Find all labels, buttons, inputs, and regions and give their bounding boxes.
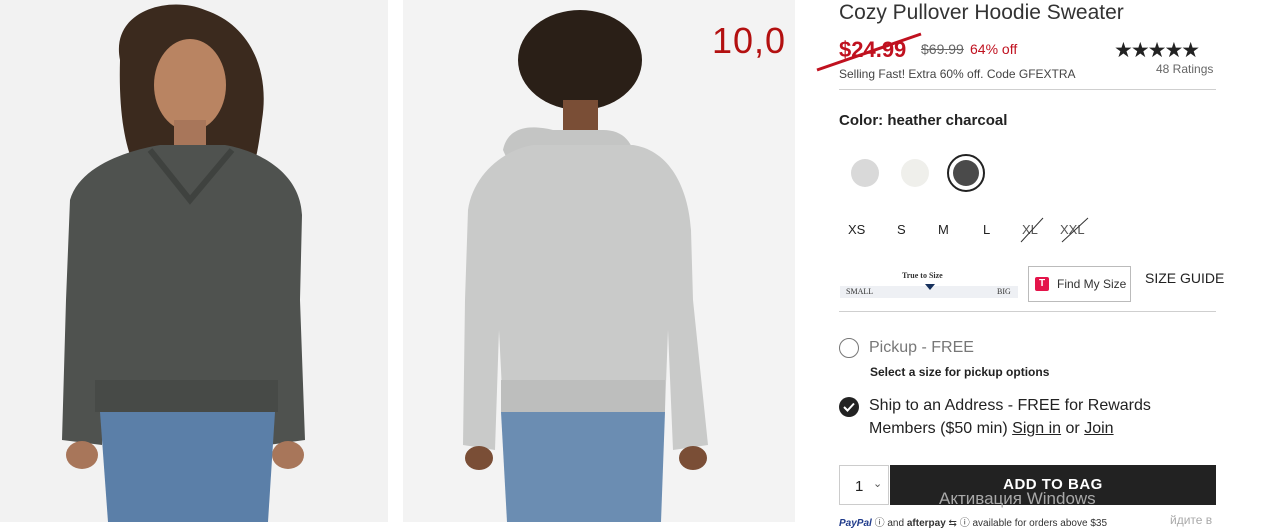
true-fit-logo-icon: T (1035, 277, 1049, 291)
unavailable-cross-icon (1061, 217, 1089, 243)
original-price: $69.99 (921, 41, 964, 57)
size-s[interactable]: S (897, 222, 906, 237)
join-link[interactable]: Join (1084, 420, 1113, 437)
afterpay-icon: ⇆ (948, 518, 957, 529)
sign-in-link[interactable]: Sign in (1012, 420, 1061, 437)
ship-label-line2: Members ($50 min) Sign in or Join (869, 420, 1114, 438)
payment-text: available for orders above $35 (972, 518, 1108, 529)
size-guide-link[interactable]: SIZE GUIDE (1145, 270, 1224, 286)
quantity-select[interactable]: 1 ⌄ (839, 465, 889, 505)
windows-activation-watermark: Активация Windows (939, 489, 1096, 508)
price-annotation: 10,0 (712, 20, 787, 61)
quantity-value: 1 (855, 478, 864, 495)
afterpay-logo: afterpay (906, 518, 946, 529)
pickup-label[interactable]: Pickup - FREE (869, 339, 974, 357)
pickup-radio[interactable] (839, 338, 859, 358)
product-image-front[interactable] (0, 0, 388, 522)
find-my-size-button[interactable]: T Find My Size (1028, 266, 1131, 302)
divider (839, 89, 1216, 90)
or-text: or (1065, 420, 1080, 437)
rating-stars[interactable]: ★★★★★ (1114, 38, 1200, 63)
info-icon[interactable]: ⓘ (875, 518, 885, 529)
unavailable-cross-icon (1020, 217, 1044, 243)
fit-scale: True to Size SMALL BIG (840, 270, 1018, 298)
size-l[interactable]: L (983, 222, 990, 237)
payment-and-text: and (887, 518, 905, 529)
ship-label[interactable]: Ship to an Address - FREE for Rewards (869, 397, 1151, 415)
product-title: Cozy Pullover Hoodie Sweater (839, 1, 1124, 24)
fit-marker (925, 284, 935, 290)
pickup-sub-label: Select a size for pickup options (870, 365, 1050, 379)
product-image-back[interactable] (403, 0, 795, 522)
check-icon (843, 402, 855, 412)
fit-title: True to Size (902, 271, 943, 280)
promo-message: Selling Fast! Extra 60% off. Code GFEXTR… (839, 67, 1076, 81)
fit-big-label: BIG (997, 287, 1011, 296)
swatch-heather-charcoal-selected[interactable] (947, 154, 985, 192)
ratings-count-link[interactable]: 48 Ratings (1156, 62, 1213, 76)
payment-info: PayPal ⓘ and afterpay ⇆ ⓘ available for … (839, 514, 1107, 529)
fit-small-label: SMALL (846, 287, 874, 296)
chevron-down-icon: ⌄ (873, 478, 883, 490)
divider (839, 311, 1216, 312)
ship-radio-checked[interactable] (839, 397, 859, 417)
ship-members-text: Members ($50 min) (869, 420, 1008, 437)
paypal-logo: PayPal (839, 518, 872, 529)
color-label: Color: heather charcoal (839, 112, 1008, 129)
discount-percent: 64% off (970, 41, 1018, 57)
windows-activation-watermark-line2: йдите в (1170, 513, 1213, 527)
model-back-illustration (403, 0, 795, 522)
size-m[interactable]: M (938, 222, 949, 237)
find-my-size-label: Find My Size (1057, 277, 1127, 291)
swatch-light-grey[interactable] (851, 159, 879, 187)
sale-price: $24.99 (839, 37, 907, 62)
size-xs[interactable]: XS (848, 222, 865, 237)
swatch-ivory[interactable] (901, 159, 929, 187)
info-icon[interactable]: ⓘ (960, 518, 970, 529)
model-front-illustration (0, 0, 388, 522)
